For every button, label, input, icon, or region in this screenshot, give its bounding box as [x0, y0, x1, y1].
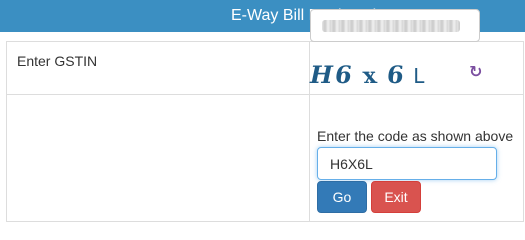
captcha-char: x: [361, 63, 379, 89]
captcha-char: H: [307, 60, 336, 89]
row-divider: [7, 94, 523, 95]
gstin-redacted-value: [322, 20, 460, 32]
refresh-icon[interactable]: ↻: [469, 64, 485, 80]
go-button[interactable]: Go: [317, 181, 367, 213]
captcha-char: 6: [385, 60, 405, 89]
captcha-image: H6 x 6 L: [307, 60, 425, 89]
captcha-char: 6: [332, 60, 354, 89]
captcha-instruction: Enter the code as shown above: [317, 128, 514, 144]
gstin-input[interactable]: [310, 9, 480, 42]
captcha-char: L: [413, 64, 425, 88]
gstin-label: Enter GSTIN: [17, 53, 98, 69]
exit-button[interactable]: Exit: [371, 181, 421, 213]
captcha-input[interactable]: [317, 147, 497, 180]
